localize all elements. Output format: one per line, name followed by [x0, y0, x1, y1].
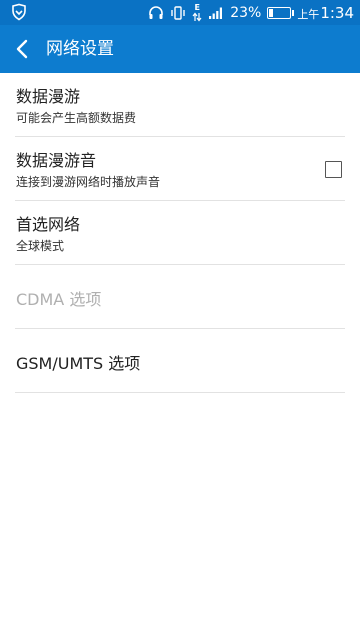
battery-icon	[267, 6, 295, 19]
setting-data-roaming[interactable]: 数据漫游 可能会产生高额数据费	[15, 73, 345, 137]
battery-percent: 23%	[230, 4, 262, 21]
setting-summary: 全球模式	[16, 239, 65, 253]
page-title: 网络设置	[46, 39, 114, 59]
setting-summary: 连接到漫游网络时播放声音	[16, 175, 161, 189]
setting-summary: 可能会产生高额数据费	[16, 111, 137, 125]
setting-gsm-umts-options[interactable]: GSM/UMTS 选项	[15, 329, 345, 393]
setting-title: 首选网络	[16, 215, 81, 234]
setting-preferred-network[interactable]: 首选网络 全球模式	[15, 201, 345, 265]
clock: 1:34	[320, 3, 354, 22]
signal-icon	[208, 6, 224, 20]
data-arrows-icon: E	[192, 2, 202, 22]
setting-title: GSM/UMTS 选项	[16, 354, 141, 373]
shield-icon	[10, 3, 28, 21]
action-bar: 网络设置	[0, 25, 360, 73]
setting-title: 数据漫游音	[16, 151, 97, 170]
roaming-sound-checkbox[interactable]	[325, 161, 342, 178]
headset-icon	[148, 5, 164, 21]
settings-list: 数据漫游 可能会产生高额数据费 数据漫游音 连接到漫游网络时播放声音 首选网络 …	[0, 73, 360, 393]
setting-title: 数据漫游	[16, 87, 81, 106]
vibrate-icon	[170, 5, 186, 21]
setting-cdma-options: CDMA 选项	[15, 265, 345, 329]
setting-roaming-sound[interactable]: 数据漫游音 连接到漫游网络时播放声音	[15, 137, 345, 201]
back-arrow-icon[interactable]	[10, 37, 34, 61]
status-bar: E 23% 上午1:34	[0, 0, 360, 25]
ampm-label: 上午	[297, 7, 320, 21]
network-type-label: E	[194, 2, 200, 12]
setting-title: CDMA 选项	[16, 290, 102, 309]
